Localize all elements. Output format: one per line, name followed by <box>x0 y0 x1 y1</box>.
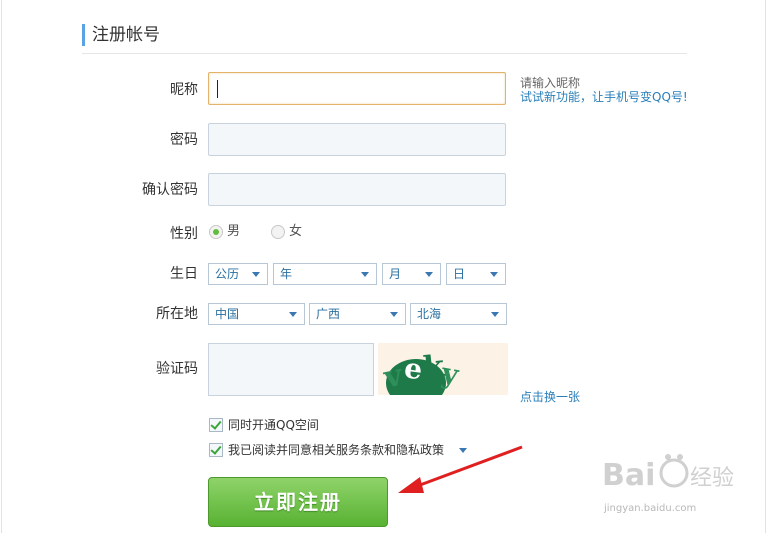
birth-day-value: 日 <box>453 267 466 281</box>
right-border <box>765 0 766 533</box>
terms-checkbox[interactable] <box>209 443 223 457</box>
birth-month-value: 月 <box>389 267 402 281</box>
refresh-captcha-link[interactable]: 点击换一张 <box>520 388 580 405</box>
nickname-input[interactable] <box>208 72 506 105</box>
country-select[interactable]: 中国 <box>208 303 305 325</box>
qzone-checkbox[interactable] <box>209 418 223 432</box>
birth-year-select[interactable]: 年 <box>273 263 377 285</box>
calendar-type-select[interactable]: 公历 <box>208 263 268 285</box>
left-border <box>1 0 2 533</box>
calendar-type-value: 公历 <box>215 267 240 281</box>
password-input[interactable] <box>208 123 506 156</box>
svg-text:经验: 经验 <box>690 466 734 491</box>
province-select[interactable]: 广西 <box>309 303 406 325</box>
phone-feature-link[interactable]: 试试新功能，让手机号变QQ号! <box>520 90 688 104</box>
qzone-label: 同时开通QQ空间 <box>228 418 319 432</box>
birth-month-select[interactable]: 月 <box>382 263 441 285</box>
chevron-down-icon <box>252 272 260 277</box>
confirm-password-label: 确认密码 <box>142 182 198 198</box>
heading-divider <box>82 53 687 54</box>
city-select[interactable]: 北海 <box>410 303 507 325</box>
text-caret <box>217 80 218 98</box>
chevron-down-icon <box>490 272 498 277</box>
birth-year-value: 年 <box>280 267 293 281</box>
gender-label: 性别 <box>170 226 198 242</box>
nickname-label: 昵称 <box>170 82 198 98</box>
baidu-jingyan-watermark-logo: Bai 经验 <box>602 454 734 493</box>
captcha-input[interactable] <box>208 343 374 396</box>
gender-male-label: 男 <box>227 224 241 239</box>
country-value: 中国 <box>215 307 240 321</box>
city-value: 北海 <box>417 307 442 321</box>
captcha-graphic: v e k y <box>380 349 462 395</box>
province-value: 广西 <box>316 307 341 321</box>
chevron-down-icon <box>491 312 499 317</box>
chevron-down-icon <box>361 272 369 277</box>
heading-accent-bar <box>82 24 85 46</box>
birth-day-select[interactable]: 日 <box>446 263 506 285</box>
annotation-arrow-icon <box>398 445 523 493</box>
gender-male-radio[interactable] <box>209 225 223 239</box>
chevron-down-icon <box>289 312 297 317</box>
captcha-image[interactable]: v e k y <box>378 343 508 395</box>
location-label: 所在地 <box>156 306 198 322</box>
gender-female-label: 女 <box>289 224 303 239</box>
page-title: 注册帐号 <box>92 25 160 45</box>
gender-female-radio[interactable] <box>271 225 285 239</box>
svg-text:Bai: Bai <box>602 458 655 493</box>
nickname-hint: 请输入昵称 <box>520 76 581 90</box>
register-button[interactable]: 立即注册 <box>208 477 388 527</box>
confirm-password-input[interactable] <box>208 173 506 206</box>
chevron-down-icon <box>390 312 398 317</box>
password-label: 密码 <box>170 132 198 148</box>
chevron-down-icon <box>425 272 433 277</box>
captcha-label: 验证码 <box>156 361 198 377</box>
watermark-url: jingyan.baidu.com <box>604 503 697 514</box>
birthday-label: 生日 <box>170 266 198 282</box>
